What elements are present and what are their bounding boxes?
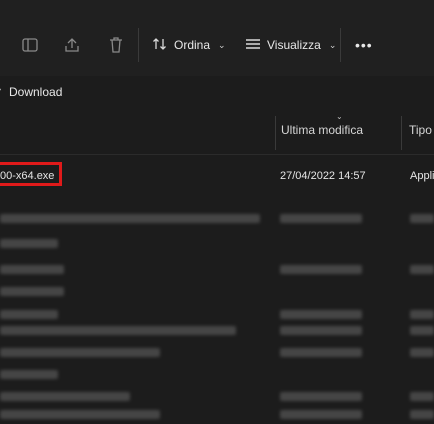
blurred-text — [280, 326, 362, 335]
column-divider[interactable] — [401, 116, 402, 150]
blurred-row[interactable] — [0, 386, 434, 406]
blurred-row[interactable] — [0, 233, 434, 253]
blurred-row[interactable] — [0, 320, 434, 340]
view-button[interactable]: Visualizza ⌄ — [245, 34, 336, 56]
file-modified: 27/04/2022 14:57 — [280, 170, 366, 182]
file-row[interactable]: 00-x64.exe 27/04/2022 14:57 Appli — [0, 163, 434, 191]
blurred-text — [410, 410, 434, 419]
blurred-text — [280, 410, 362, 419]
toolbar-divider — [138, 28, 139, 62]
more-icon: ••• — [355, 37, 373, 53]
delete-icon[interactable] — [105, 34, 127, 56]
blurred-text — [0, 370, 58, 379]
blurred-text — [410, 214, 434, 223]
blurred-text — [410, 326, 434, 335]
address-bar[interactable]: › Download — [0, 76, 434, 109]
toolbar-divider — [340, 28, 341, 62]
breadcrumb-download[interactable]: Download — [9, 85, 62, 99]
blurred-text — [0, 392, 130, 401]
command-bar: Ordina ⌄ Visualizza ⌄ ••• — [0, 0, 434, 77]
blurred-text — [280, 214, 362, 223]
blurred-row[interactable] — [0, 404, 434, 424]
blurred-row[interactable] — [0, 342, 434, 362]
blurred-text — [0, 326, 236, 335]
blurred-text — [280, 348, 362, 357]
more-options-button[interactable]: ••• — [355, 34, 373, 56]
blurred-text — [0, 239, 58, 248]
blurred-text — [0, 265, 64, 274]
blurred-row[interactable] — [0, 259, 434, 279]
view-icon — [245, 36, 261, 55]
blurred-text — [0, 348, 160, 357]
blurred-text — [410, 348, 434, 357]
export-icon[interactable] — [61, 34, 83, 56]
blurred-row[interactable] — [0, 281, 434, 301]
share-icon[interactable] — [19, 34, 41, 56]
chevron-down-icon: ⌄ — [328, 39, 337, 50]
red-highlight-box — [0, 162, 62, 186]
blurred-text — [0, 287, 64, 296]
sort-indicator-icon: ⌄ — [336, 112, 343, 121]
blurred-text — [410, 392, 434, 401]
column-divider[interactable] — [275, 116, 276, 150]
sort-button[interactable]: Ordina ⌄ — [152, 34, 226, 56]
blurred-text — [410, 310, 434, 319]
blurred-text — [410, 265, 434, 274]
column-type[interactable]: Tipo — [409, 123, 432, 137]
blurred-row[interactable] — [0, 208, 434, 228]
column-modified[interactable]: Ultima modifica — [281, 123, 363, 137]
breadcrumb-separator-icon: › — [0, 84, 1, 95]
view-label: Visualizza — [267, 38, 321, 52]
blurred-row[interactable] — [0, 364, 434, 384]
blurred-text — [280, 265, 362, 274]
blurred-text — [280, 392, 362, 401]
blurred-text — [0, 214, 260, 223]
blurred-text — [0, 410, 160, 419]
column-header: ⌄ Ultima modifica Tipo — [0, 108, 434, 155]
blurred-text — [280, 310, 362, 319]
blurred-text — [0, 310, 58, 319]
sort-label: Ordina — [174, 38, 211, 52]
chevron-down-icon: ⌄ — [218, 39, 226, 50]
file-type: Appli — [410, 170, 434, 182]
sort-icon — [152, 36, 168, 55]
